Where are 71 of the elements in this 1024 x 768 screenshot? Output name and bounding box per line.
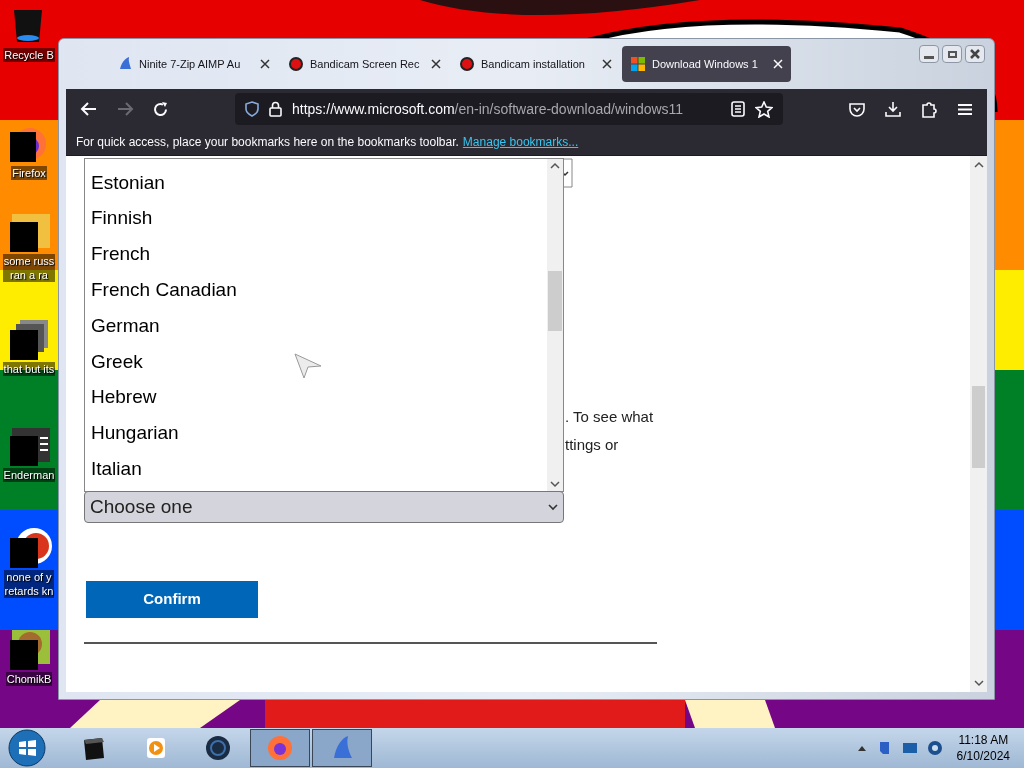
scroll-thumb[interactable] bbox=[972, 386, 985, 468]
list-option[interactable]: German bbox=[85, 308, 547, 344]
list-option[interactable]: Hebrew bbox=[85, 379, 547, 416]
favicon-icon bbox=[288, 56, 304, 72]
scroll-thumb[interactable] bbox=[548, 271, 562, 331]
favicon-icon bbox=[630, 56, 646, 72]
browser-tab[interactable]: Bandicam Screen Rec bbox=[280, 46, 449, 82]
reader-view-icon[interactable] bbox=[731, 101, 745, 117]
tab-title: Bandicam Screen Rec bbox=[310, 56, 421, 72]
list-option[interactable]: Estonian bbox=[85, 165, 547, 201]
menu-icon[interactable] bbox=[957, 102, 973, 116]
close-tab-icon[interactable] bbox=[602, 59, 612, 69]
tab-title: Ninite 7-Zip AIMP Au bbox=[139, 56, 242, 72]
tray-arrow-icon[interactable] bbox=[856, 744, 867, 752]
browser-tab[interactable]: Ninite 7-Zip AIMP Au bbox=[109, 46, 278, 82]
forward-icon[interactable] bbox=[116, 101, 134, 117]
close-icon bbox=[969, 48, 981, 60]
star-icon[interactable] bbox=[755, 100, 773, 118]
manage-bookmarks-link[interactable]: Manage bookmarks... bbox=[462, 133, 579, 151]
close-tab-icon[interactable] bbox=[260, 59, 270, 69]
maximize-button[interactable] bbox=[942, 45, 962, 63]
clock-time: 11:18 AM bbox=[958, 732, 1009, 748]
browser-tab[interactable]: Download Windows 1 bbox=[622, 46, 791, 82]
chevron-icon bbox=[548, 503, 558, 511]
list-option[interactable]: Hungarian bbox=[85, 415, 547, 452]
tray-icon[interactable] bbox=[926, 740, 943, 756]
scrollbar[interactable] bbox=[547, 159, 563, 491]
close-button[interactable] bbox=[965, 45, 985, 63]
scroll-up-icon[interactable] bbox=[550, 162, 560, 170]
url-text: https://www.microsoft.com/en-in/software-download/windows11 bbox=[292, 99, 684, 119]
shield-icon bbox=[245, 101, 259, 117]
tray-icon[interactable] bbox=[901, 740, 918, 756]
body-text: . To see what bbox=[565, 407, 654, 427]
close-tab-icon[interactable] bbox=[431, 59, 441, 69]
list-option[interactable]: French bbox=[85, 236, 547, 273]
puzzle-icon[interactable] bbox=[921, 100, 937, 118]
tab-title: Bandicam installation bbox=[481, 56, 586, 72]
icon-label[interactable]: Firefox bbox=[11, 166, 47, 180]
confirm-button[interactable]: Confirm bbox=[86, 581, 258, 618]
icon-label[interactable]: ChomikB bbox=[5, 672, 53, 686]
scroll-down-icon[interactable] bbox=[974, 679, 984, 687]
body-text: ttings or bbox=[565, 434, 620, 455]
icon-label[interactable]: that but its bbox=[2, 362, 56, 376]
scroll-up-icon[interactable] bbox=[974, 161, 984, 169]
download-icon[interactable] bbox=[885, 101, 901, 117]
minimize-button[interactable] bbox=[919, 45, 939, 63]
favicon-icon bbox=[117, 56, 133, 72]
language-select[interactable]: Choose one bbox=[84, 491, 564, 523]
scroll-down-icon[interactable] bbox=[550, 480, 560, 488]
lock-icon bbox=[269, 101, 282, 117]
back-icon[interactable] bbox=[80, 101, 98, 117]
icon-label[interactable]: Enderman bbox=[2, 468, 56, 482]
favicon-icon bbox=[459, 56, 475, 72]
language-listbox[interactable]: Estonian Finnish French French Canadian German Greek Hebrew Hungarian Italian bbox=[84, 158, 564, 492]
tab-title: Download Windows 1 bbox=[652, 56, 759, 72]
icon-label[interactable]: none of y retards kn bbox=[3, 570, 55, 598]
clock-date: 6/10/2024 bbox=[956, 748, 1010, 764]
list-option[interactable]: Italian bbox=[85, 451, 547, 488]
icon-label[interactable]: Recycle B bbox=[3, 48, 55, 62]
reload-icon[interactable] bbox=[152, 100, 169, 118]
cursor-icon bbox=[294, 353, 322, 379]
icon-label[interactable]: some russ ran a ra bbox=[2, 254, 56, 282]
list-option[interactable]: Greek bbox=[85, 344, 547, 380]
page-scrollbar[interactable] bbox=[970, 156, 987, 692]
start-button[interactable] bbox=[8, 729, 46, 767]
browser-tab[interactable]: Bandicam installation bbox=[451, 46, 620, 82]
bookmarks-hint: For quick access, place your bookmarks here on the bookmarks toolbar. bbox=[76, 134, 459, 151]
list-option[interactable]: French Canadian bbox=[85, 272, 547, 309]
pocket-icon[interactable] bbox=[849, 101, 865, 117]
address-bar[interactable]: https://www.microsoft.com/en-in/software-download/windows11 bbox=[235, 93, 783, 125]
list-option[interactable]: Finnish bbox=[85, 200, 547, 237]
